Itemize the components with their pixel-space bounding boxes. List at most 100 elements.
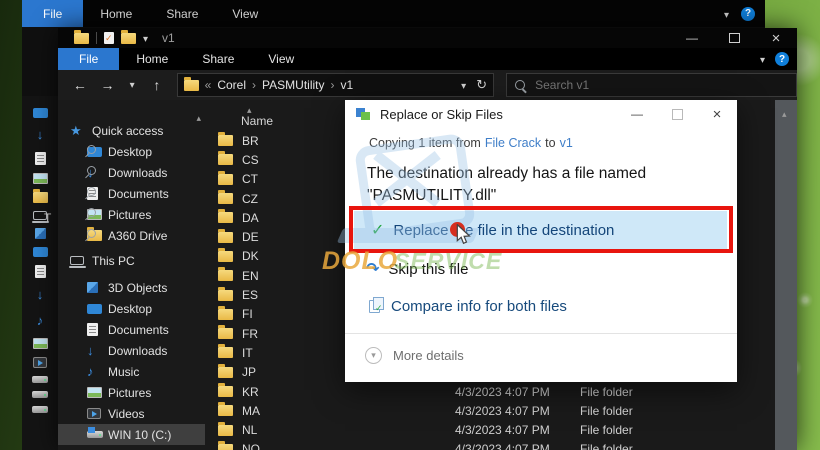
background-window-ribbon: File Home Share View <box>22 0 765 27</box>
breadcrumb-collapse-icon[interactable] <box>205 78 212 92</box>
breadcrumb-item-corel[interactable]: Corel <box>217 78 246 92</box>
column-header-name[interactable]: Name <box>241 114 273 128</box>
tab-home-back[interactable]: Home <box>83 0 149 27</box>
sidebar-item-quick-access[interactable]: Quick access <box>58 120 205 141</box>
folder-icon <box>218 267 233 282</box>
new-folder-icon[interactable] <box>121 29 136 44</box>
tab-file-back[interactable]: File <box>22 0 84 27</box>
sidebar-item-music[interactable]: Music <box>58 361 205 382</box>
breadcrumb-item-v1[interactable]: v1 <box>340 78 353 92</box>
search-input[interactable] <box>533 77 738 93</box>
drive-icon <box>32 391 48 398</box>
qat-customize-icon[interactable] <box>143 29 148 47</box>
sidebar-item-documents[interactable]: Documents <box>58 183 205 204</box>
close-button[interactable] <box>755 28 797 48</box>
title-bar: v1 <box>58 28 797 48</box>
sidebar-item-downloads[interactable]: Downloads <box>58 162 205 183</box>
refresh-icon[interactable] <box>476 77 487 93</box>
sidebar-label: A360 Drive <box>108 228 168 243</box>
date-modified: 4/3/2023 4:07 PM <box>455 442 550 450</box>
file-name: CZ <box>242 191 258 206</box>
file-row[interactable]: NL 4/3/2023 4:07 PM File folder <box>205 420 775 439</box>
tab-home[interactable]: Home <box>119 48 185 70</box>
sidebar-label: Videos <box>108 406 145 421</box>
file-name: KR <box>242 384 259 399</box>
folder-icon <box>218 325 233 340</box>
sidebar-label: Desktop <box>108 144 153 159</box>
sidebar-item-this-pc[interactable]: This PC <box>58 250 205 271</box>
folder-icon <box>218 209 233 224</box>
forward-button[interactable] <box>96 77 120 93</box>
tab-share-back[interactable]: Share <box>149 0 215 27</box>
address-bar: Corel PASMUtility v1 <box>58 70 797 100</box>
location-folder-icon <box>183 76 199 91</box>
sidebar-item-pictures[interactable]: Pictures <box>58 204 205 225</box>
drive-icon <box>32 376 48 383</box>
file-row[interactable]: MA 4/3/2023 4:07 PM File folder <box>205 401 775 420</box>
sidebar-label: Quick access <box>92 123 164 138</box>
properties-icon[interactable] <box>104 32 114 44</box>
ribbon-collapse-icon[interactable] <box>724 5 729 23</box>
address-dropdown-icon[interactable] <box>461 78 466 92</box>
chevron-right-icon <box>252 78 256 92</box>
ribbon-collapse-icon[interactable] <box>760 50 765 68</box>
search-box[interactable] <box>506 73 797 97</box>
help-icon[interactable] <box>775 52 789 66</box>
sidebar-item-downloads-pc[interactable]: Downloads <box>58 340 205 361</box>
drive-icon <box>87 427 103 438</box>
folder-icon <box>218 440 233 450</box>
sidebar-item-pictures-pc[interactable]: Pictures <box>58 382 205 403</box>
sidebar-label: Downloads <box>108 165 168 180</box>
folder-icon <box>218 132 233 147</box>
more-details-toggle[interactable]: More details <box>365 347 464 364</box>
recent-locations-icon[interactable] <box>123 80 141 91</box>
cube-icon <box>87 282 98 293</box>
sidebar-item-videos[interactable]: Videos <box>58 403 205 424</box>
sidebar-item-documents-pc[interactable]: Documents <box>58 319 205 340</box>
destination-link[interactable]: v1 <box>560 136 573 150</box>
maximize-button[interactable] <box>713 28 755 48</box>
tab-view-back[interactable]: View <box>215 0 275 27</box>
file-row[interactable]: NO 4/3/2023 4:07 PM File folder <box>205 440 775 450</box>
tab-file[interactable]: File <box>58 48 120 70</box>
dialog-minimize-button[interactable] <box>617 100 657 128</box>
file-name: EN <box>242 268 259 283</box>
vertical-scrollbar[interactable] <box>775 100 797 450</box>
folder-icon <box>218 383 233 397</box>
sidebar-label: Downloads <box>108 343 168 358</box>
download-icon <box>37 126 44 144</box>
sidebar-item-win10-c[interactable]: WIN 10 (C:) <box>58 424 205 445</box>
sidebar-item-desktop[interactable]: Desktop <box>58 141 205 162</box>
up-button[interactable] <box>145 77 169 93</box>
back-button[interactable] <box>68 77 92 93</box>
source-link[interactable]: File Crack <box>485 136 541 150</box>
scroll-up-icon[interactable] <box>782 104 787 122</box>
window-title: v1 <box>162 31 175 45</box>
sidebar-item-a360-drive[interactable]: A360 Drive <box>58 225 205 246</box>
breadcrumb-item-pasmutility[interactable]: PASMUtility <box>262 78 324 92</box>
tab-share[interactable]: Share <box>185 48 251 70</box>
compare-option[interactable]: Compare info for both files <box>369 297 567 315</box>
skip-option[interactable]: Skip this file <box>366 259 468 279</box>
tab-view[interactable]: View <box>251 48 311 70</box>
copy-status-line: Copying 1 item from File Crack to v1 <box>369 136 737 150</box>
minimize-button[interactable] <box>671 28 713 48</box>
dialog-close-button[interactable] <box>697 100 737 128</box>
pictures-icon <box>87 387 102 398</box>
folder-icon[interactable] <box>74 29 89 44</box>
breadcrumb[interactable]: Corel PASMUtility v1 <box>176 73 495 97</box>
file-name: IT <box>242 345 253 360</box>
sidebar-item-desktop-pc[interactable]: Desktop <box>58 298 205 319</box>
help-icon[interactable] <box>741 6 755 21</box>
separator <box>96 32 97 44</box>
desktop: File Home Share View T v1 <box>0 0 820 450</box>
date-modified: 4/3/2023 4:07 PM <box>455 403 550 418</box>
sidebar-scroll-up-icon[interactable] <box>196 110 201 124</box>
file-row[interactable]: KR 4/3/2023 4:07 PM File folder <box>205 382 775 401</box>
monitor-icon <box>32 108 48 118</box>
file-name: BR <box>242 133 259 148</box>
cube-icon <box>34 228 46 239</box>
videos-icon <box>87 408 101 419</box>
quick-access-toolbar <box>74 29 148 47</box>
sidebar-item-3d-objects[interactable]: 3D Objects <box>58 277 205 298</box>
